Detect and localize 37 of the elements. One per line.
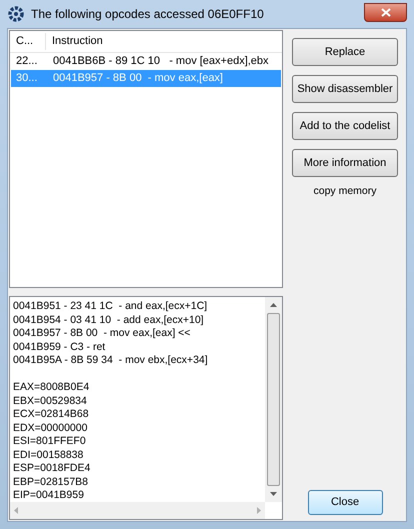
- disassembly-line: 0041B954 - 03 41 10 - add eax,[ecx+10]: [13, 314, 205, 327]
- horizontal-scrollbar[interactable]: [10, 502, 265, 519]
- close-icon: [380, 8, 390, 16]
- column-header[interactable]: C...: [10, 33, 46, 50]
- table-cell-text: 22...: [15, 54, 38, 70]
- window-title: The following opcodes accessed 06E0FF10: [31, 6, 264, 23]
- register-line: EDI=00158838: [13, 448, 84, 462]
- disassembly-line: 0041B959 - C3 - ret: [13, 340, 106, 354]
- action-button[interactable]: Replace: [292, 38, 398, 66]
- register-line: EIP=0041B959: [13, 489, 85, 502]
- right-arrow-icon: [257, 507, 261, 514]
- table-cell-text: 0041BB6B - 89 1C 10 - mov [eax+edx],ebx: [52, 54, 269, 70]
- action-button[interactable]: Add to the codelist: [292, 112, 398, 140]
- up-arrow-icon: [270, 303, 277, 307]
- column-header[interactable]: Instruction: [46, 33, 103, 50]
- disassembly-line: 0041B95A - 8B 59 34 - mov ebx,[ecx+34]: [13, 354, 209, 368]
- action-button[interactable]: More information: [292, 149, 398, 177]
- register-line: ESI=801FFEF0: [13, 435, 87, 448]
- down-arrow-icon: [270, 492, 277, 496]
- disassembly-line: 0041B957 - 8B 00 - mov eax,[eax] <<: [13, 327, 192, 340]
- close-dialog-button[interactable]: Close: [308, 490, 382, 515]
- table-cell-text: 30...: [15, 71, 38, 86]
- action-button[interactable]: Show disassembler: [292, 75, 398, 103]
- table-row[interactable]: 22... 0041BB6B - 89 1C 10 - mov [eax+edx],ebx: [11, 53, 281, 70]
- left-arrow-icon: [14, 507, 18, 514]
- disassembly-line: 0041B951 - 23 41 1C - and eax,[ecx+1C]: [13, 300, 208, 314]
- vertical-scrollbar[interactable]: [265, 297, 282, 502]
- close-button[interactable]: [364, 2, 407, 22]
- register-line: EAX=8008B0E4: [13, 381, 90, 394]
- table-cell-text: 0041B957 - 8B 00 - mov eax,[eax]: [52, 71, 223, 86]
- register-line: ECX=02814B68: [13, 408, 90, 422]
- register-line: EBX=00529834: [13, 394, 88, 408]
- copy-memory-text: copy memory: [313, 184, 376, 199]
- register-line: EDX=00000000: [13, 422, 88, 435]
- register-line: EBP=028157B8: [13, 476, 90, 489]
- gear-icon: [7, 5, 25, 23]
- register-line: ESP=0018FDE4: [13, 462, 92, 476]
